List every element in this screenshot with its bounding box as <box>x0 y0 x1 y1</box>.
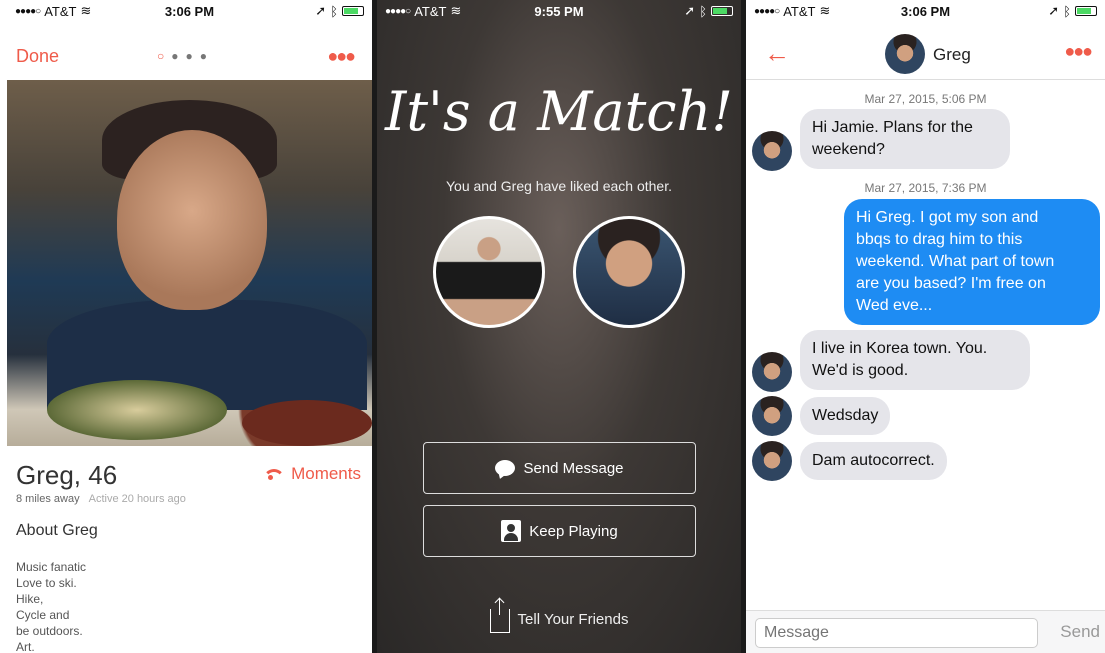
message-line: Wed eve... <box>856 297 933 314</box>
message-composer: Send <box>746 610 1105 653</box>
sender-avatar[interactable] <box>752 396 792 436</box>
photo-page-indicator[interactable]: ○●●● <box>157 49 214 63</box>
location-icon: ➚ <box>684 3 696 18</box>
moments-button[interactable]: Moments <box>263 464 361 484</box>
message-input[interactable] <box>755 618 1038 648</box>
bio-line: be outdoors. <box>16 624 83 638</box>
carrier-label: AT&T <box>44 3 77 19</box>
bluetooth-icon: ᛒ <box>1063 3 1071 19</box>
sender-avatar[interactable] <box>752 352 792 392</box>
keep-playing-label: Keep Playing <box>529 522 618 540</box>
profile-meta: 8 miles away Active 20 hours ago <box>16 493 186 505</box>
moments-label: Moments <box>291 464 361 483</box>
received-message[interactable]: Hi Jamie. Plans for the weekend? <box>800 109 1010 169</box>
message-line: weekend? <box>812 141 885 158</box>
moments-icon <box>263 469 286 480</box>
share-icon <box>489 599 510 633</box>
message-line: are you based? I'm free on <box>856 275 1046 292</box>
bio-line: Art. <box>16 640 35 653</box>
profile-photo[interactable] <box>7 80 372 446</box>
message-line: bbqs to drag him to this <box>856 231 1023 248</box>
battery-icon <box>1075 6 1097 16</box>
match-subtitle: You and Greg have liked each other. <box>446 178 672 194</box>
send-message-button[interactable]: Send Message <box>423 442 696 494</box>
status-bar: ●●●●○ AT&T ≋ 3:06 PM ➚ ᛒ <box>746 0 1105 22</box>
message-line: Dam autocorrect. <box>812 452 935 469</box>
sender-avatar[interactable] <box>752 131 792 171</box>
status-bar: ●●●●○ AT&T ≋ 9:55 PM ➚ ᛒ <box>377 0 741 22</box>
wifi-icon: ≋ <box>80 3 92 18</box>
message-line: Hi Jamie. Plans for the <box>812 119 973 136</box>
keep-playing-button[interactable]: Keep Playing <box>423 505 696 557</box>
wifi-icon: ≋ <box>819 3 831 18</box>
send-message-label: Send Message <box>523 459 624 477</box>
distance-label: 8 miles away <box>16 493 80 505</box>
match-avatar <box>573 216 685 328</box>
bio-line: Hike, <box>16 592 44 606</box>
carrier-label: AT&T <box>414 3 447 19</box>
active-label: Active 20 hours ago <box>88 493 186 505</box>
battery-icon <box>711 6 733 16</box>
bio-line: Music fanatic <box>16 560 87 574</box>
contact-avatar[interactable] <box>885 34 925 74</box>
signal-icon: ●●●●○ <box>754 5 780 17</box>
message-line: Wedsday <box>812 407 879 424</box>
message-timestamp: Mar 27, 2015, 5:06 PM <box>864 92 987 106</box>
chat-bubble-icon <box>495 460 516 476</box>
message-line: Hi Greg. I got my son and <box>856 209 1039 226</box>
location-icon: ➚ <box>1048 3 1060 18</box>
location-icon: ➚ <box>315 3 327 18</box>
match-title: It's a Match! <box>384 80 734 143</box>
more-options-icon[interactable]: ●●● <box>327 46 356 67</box>
received-message[interactable]: I live in Korea town. You. We'd is good. <box>800 330 1030 390</box>
chat-screen: ●●●●○ AT&T ≋ 3:06 PM ➚ ᛒ ← Greg ●●● Mar 27,… <box>746 0 1105 653</box>
tell-friends-button[interactable]: Tell Your Friends <box>377 599 741 633</box>
match-screen: ●●●●○ AT&T ≋ 9:55 PM ➚ ᛒ It's a Match! You … <box>377 0 741 653</box>
profile-name: Greg, 46 <box>16 460 118 490</box>
signal-icon: ●●●●○ <box>385 5 411 17</box>
chat-nav: ← Greg ●●● <box>746 28 1105 80</box>
message-line: weekend. What part of town <box>856 253 1055 270</box>
back-arrow-icon[interactable]: ← <box>764 38 790 69</box>
profile-screen: ●●●●○ AT&T ≋ 3:06 PM ➚ ᛒ Done ○●●● ●●● Greg… <box>7 0 372 653</box>
profile-nav: Done ○●●● ●●● <box>7 40 372 70</box>
message-timestamp: Mar 27, 2015, 7:36 PM <box>864 181 987 195</box>
message-line: I live in Korea town. You. <box>812 340 988 357</box>
bio-line: Cycle and <box>16 608 70 622</box>
message-line: We'd is good. <box>812 362 909 379</box>
about-title: About Greg <box>16 522 98 539</box>
battery-icon <box>342 6 364 16</box>
person-card-icon <box>501 520 522 542</box>
send-button[interactable]: Send <box>1060 622 1100 642</box>
bluetooth-icon: ᛒ <box>330 3 338 19</box>
bio: Music fanatic Love to ski. Hike, Cycle a… <box>16 559 86 653</box>
wifi-icon: ≋ <box>450 3 462 18</box>
bio-line: Love to ski. <box>16 576 77 590</box>
carrier-label: AT&T <box>783 3 816 19</box>
more-options-icon[interactable]: ●●● <box>1064 41 1093 62</box>
bluetooth-icon: ᛒ <box>699 3 707 19</box>
status-bar: ●●●●○ AT&T ≋ 3:06 PM ➚ ᛒ <box>7 0 372 22</box>
done-button[interactable]: Done <box>16 46 59 67</box>
received-message[interactable]: Wedsday <box>800 397 891 435</box>
tell-friends-label: Tell Your Friends <box>517 610 629 628</box>
contact-name[interactable]: Greg <box>933 45 971 65</box>
my-avatar <box>433 216 545 328</box>
signal-icon: ●●●●○ <box>15 5 41 17</box>
received-message[interactable]: Dam autocorrect. <box>800 442 947 480</box>
sender-avatar[interactable] <box>752 441 792 481</box>
sent-message[interactable]: Hi Greg. I got my son and bbqs to drag h… <box>844 199 1100 325</box>
